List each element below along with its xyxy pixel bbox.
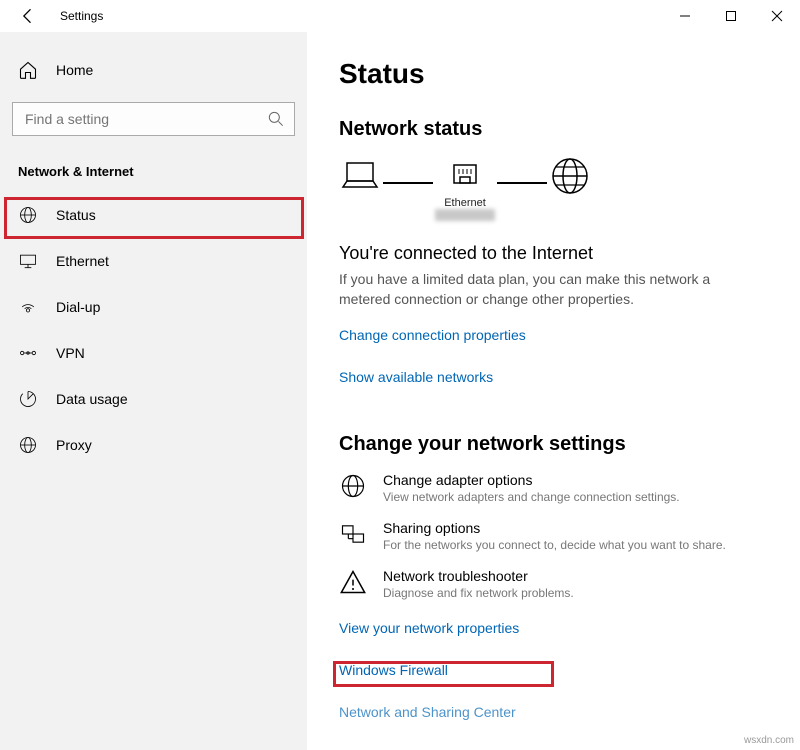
data-usage-icon bbox=[18, 389, 38, 409]
sidebar-item-status[interactable]: Status bbox=[12, 193, 295, 237]
sidebar: Home Network & Internet Status Ethernet … bbox=[0, 32, 307, 750]
sidebar-item-ethernet[interactable]: Ethernet bbox=[12, 239, 295, 283]
globe-icon bbox=[18, 205, 38, 225]
globe-icon bbox=[339, 472, 367, 500]
search-icon bbox=[266, 109, 286, 129]
vpn-icon bbox=[18, 343, 38, 363]
sidebar-item-label: Ethernet bbox=[56, 253, 109, 269]
network-diagram: Ethernet bbox=[339, 155, 770, 225]
sidebar-item-label: Proxy bbox=[56, 437, 92, 453]
sidebar-item-datausage[interactable]: Data usage bbox=[12, 377, 295, 421]
sidebar-item-proxy[interactable]: Proxy bbox=[12, 423, 295, 467]
close-icon bbox=[771, 10, 783, 22]
connected-body: If you have a limited data plan, you can… bbox=[339, 270, 759, 309]
proxy-icon bbox=[18, 435, 38, 455]
titlebar: Settings bbox=[0, 0, 800, 32]
option-troubleshooter[interactable]: Network troubleshooter Diagnose and fix … bbox=[339, 568, 770, 600]
connector-line bbox=[497, 182, 547, 184]
option-sharing[interactable]: Sharing options For the networks you con… bbox=[339, 520, 770, 552]
sidebar-home-label: Home bbox=[56, 62, 93, 78]
connector-line bbox=[383, 182, 433, 184]
connected-heading: You're connected to the Internet bbox=[339, 243, 770, 264]
link-change-connection-properties[interactable]: Change connection properties bbox=[339, 327, 526, 343]
option-desc: For the networks you connect to, decide … bbox=[383, 538, 726, 552]
minimize-icon bbox=[679, 10, 691, 22]
link-windows-firewall[interactable]: Windows Firewall bbox=[339, 662, 448, 678]
change-settings-heading: Change your network settings bbox=[339, 433, 770, 456]
ethernet-icon bbox=[448, 159, 482, 193]
option-title: Network troubleshooter bbox=[383, 568, 574, 584]
back-button[interactable] bbox=[14, 2, 42, 30]
option-desc: Diagnose and fix network problems. bbox=[383, 586, 574, 600]
dialup-icon bbox=[18, 297, 38, 317]
option-change-adapter[interactable]: Change adapter options View network adap… bbox=[339, 472, 770, 504]
warning-icon bbox=[339, 568, 367, 596]
link-show-available-networks[interactable]: Show available networks bbox=[339, 369, 493, 385]
globe-large-icon bbox=[549, 155, 591, 197]
search-box[interactable] bbox=[12, 102, 295, 136]
sidebar-item-vpn[interactable]: VPN bbox=[12, 331, 295, 375]
window-controls bbox=[662, 0, 800, 32]
watermark: wsxdn.com bbox=[744, 735, 794, 746]
laptop-icon bbox=[339, 159, 381, 193]
home-icon bbox=[18, 60, 38, 80]
sidebar-item-label: Dial-up bbox=[56, 299, 100, 315]
ethernet-label: Ethernet bbox=[444, 197, 486, 209]
sidebar-category: Network & Internet bbox=[12, 156, 295, 191]
arrow-left-icon bbox=[18, 6, 38, 26]
sidebar-item-label: Status bbox=[56, 207, 96, 223]
option-title: Sharing options bbox=[383, 520, 726, 536]
sidebar-item-label: Data usage bbox=[56, 391, 128, 407]
maximize-button[interactable] bbox=[708, 0, 754, 32]
sidebar-item-label: VPN bbox=[56, 345, 85, 361]
link-network-sharing-center[interactable]: Network and Sharing Center bbox=[339, 704, 516, 720]
sharing-icon bbox=[339, 520, 367, 548]
sidebar-home[interactable]: Home bbox=[12, 50, 295, 90]
window-title: Settings bbox=[60, 9, 103, 23]
minimize-button[interactable] bbox=[662, 0, 708, 32]
maximize-icon bbox=[725, 10, 737, 22]
close-button[interactable] bbox=[754, 0, 800, 32]
content: Status Network status Ethernet You're co… bbox=[307, 32, 800, 750]
network-status-heading: Network status bbox=[339, 118, 770, 141]
monitor-icon bbox=[18, 251, 38, 271]
page-title: Status bbox=[339, 58, 770, 90]
link-view-network-properties[interactable]: View your network properties bbox=[339, 620, 519, 636]
option-title: Change adapter options bbox=[383, 472, 680, 488]
ethernet-name-redacted bbox=[435, 209, 495, 221]
option-desc: View network adapters and change connect… bbox=[383, 490, 680, 504]
search-input[interactable] bbox=[23, 110, 266, 128]
sidebar-item-dialup[interactable]: Dial-up bbox=[12, 285, 295, 329]
